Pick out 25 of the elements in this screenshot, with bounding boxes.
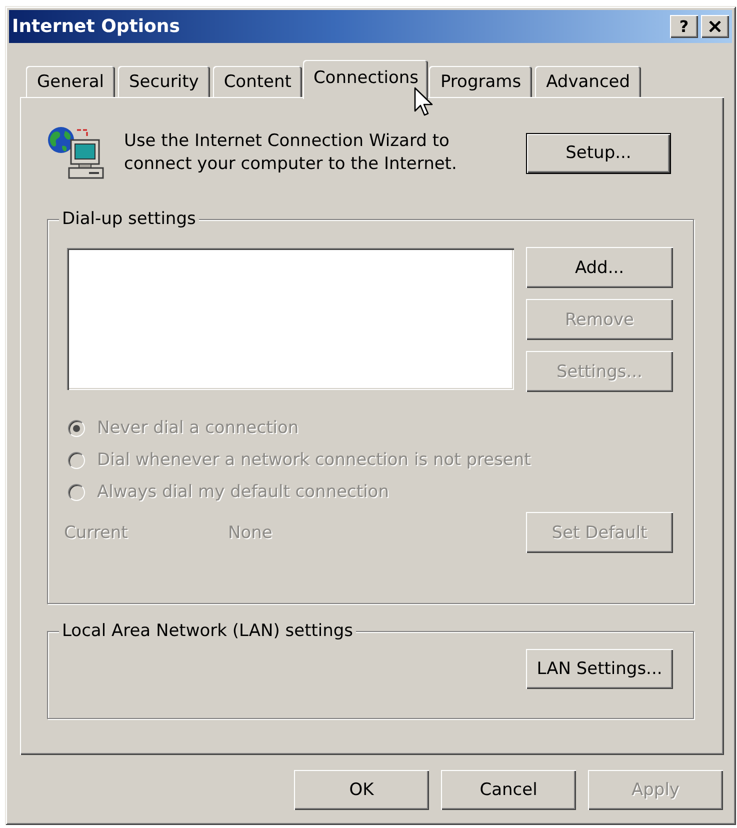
- tab[interactable]: General: [26, 66, 115, 97]
- cancel-button[interactable]: Cancel: [441, 770, 576, 810]
- tab[interactable]: Security: [118, 66, 210, 97]
- tab[interactable]: Programs: [429, 66, 532, 97]
- radio-label: Dial whenever a network connection is not present: [97, 450, 531, 470]
- current-value: None: [228, 522, 274, 542]
- mouse-pointer-icon: [414, 87, 434, 118]
- help-button[interactable]: ?: [670, 15, 698, 38]
- radio-label: Always dial my default connection: [97, 482, 389, 502]
- setup-button[interactable]: Setup...: [526, 132, 671, 174]
- close-button[interactable]: [701, 15, 729, 38]
- radio-label: Never dial a connection: [97, 418, 299, 438]
- wizard-description: Use the Internet Connection Wizard to connect your computer to the Internet.: [124, 130, 458, 176]
- ok-button[interactable]: OK: [294, 770, 429, 810]
- lan-settings-button[interactable]: LAN Settings...: [526, 649, 673, 689]
- tab[interactable]: Connections: [303, 60, 428, 99]
- tab[interactable]: Advanced: [535, 66, 642, 97]
- add-button[interactable]: Add...: [526, 247, 673, 288]
- window-title: Internet Options: [12, 16, 181, 37]
- current-label: Current: [64, 522, 129, 542]
- group-label: Local Area Network (LAN) settings: [59, 621, 356, 641]
- close-icon: [709, 21, 721, 32]
- globe-computer-icon: [47, 126, 105, 180]
- group-label: Dial-up settings: [59, 209, 199, 229]
- tab[interactable]: Content: [212, 66, 302, 97]
